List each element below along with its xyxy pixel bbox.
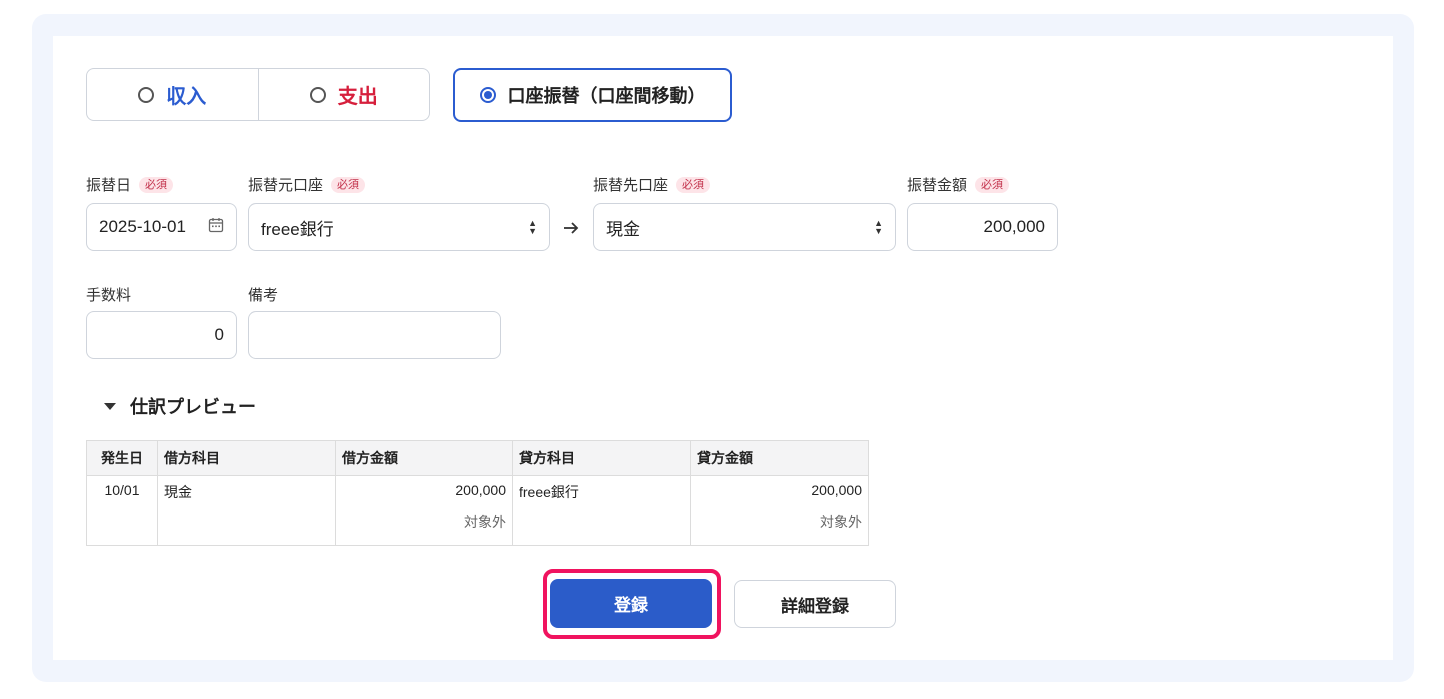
required-badge: 必須 (139, 176, 174, 193)
radio-checked-icon (479, 87, 496, 103)
col-debit-amount-header: 借方金額 (335, 440, 513, 476)
fee-value: 0 (214, 325, 224, 344)
col-date-header: 発生日 (86, 440, 158, 476)
journal-preview-table: 発生日 借方科目 借方金額 貸方科目 貸方金額 10/01 現金 200,000… (86, 440, 869, 546)
credit-tax-category: 対象外 (820, 514, 862, 530)
date-label: 振替日 必須 (86, 174, 174, 195)
type-transfer-label: 口座振替（口座間移動） (507, 86, 706, 107)
cell-debit-amount: 200,000 対象外 (335, 475, 513, 546)
to-account-label: 振替先口座 必須 (593, 174, 711, 195)
select-arrows-icon: ▲ ▼ (874, 218, 883, 236)
cell-debit-account: 現金 (157, 475, 336, 546)
type-income-label: 収入 (166, 84, 207, 108)
calendar-icon[interactable] (208, 217, 224, 238)
type-expense-option[interactable]: 支出 (257, 69, 430, 120)
date-input[interactable]: 2025-10-01 (86, 203, 237, 251)
register-button[interactable]: 登録 (550, 579, 712, 628)
to-account-label-text: 振替先口座 (593, 176, 669, 194)
required-badge: 必須 (331, 176, 366, 193)
amount-label-text: 振替金額 (907, 176, 968, 194)
type-transfer-option[interactable]: 口座振替（口座間移動） (453, 68, 732, 122)
amount-value: 200,000 (983, 217, 1045, 236)
fee-label-text: 手数料 (86, 286, 132, 304)
table-header-row: 発生日 借方科目 借方金額 貸方科目 貸方金額 (86, 440, 869, 476)
fee-label: 手数料 (86, 284, 131, 305)
from-account-label-text: 振替元口座 (248, 176, 324, 194)
type-expense-label: 支出 (337, 84, 378, 108)
journal-preview-toggle[interactable]: 仕訳プレビュー (104, 393, 256, 419)
to-account-value: 現金 (606, 219, 640, 239)
from-account-label: 振替元口座 必須 (248, 174, 366, 195)
debit-tax-category: 対象外 (464, 514, 506, 530)
memo-label: 備考 (248, 284, 278, 305)
detail-register-button[interactable]: 詳細登録 (734, 580, 896, 628)
cell-credit-account: freee銀行 (512, 475, 691, 546)
col-credit-amount-header: 貸方金額 (690, 440, 869, 476)
arrow-right-icon (562, 219, 580, 241)
cell-credit-amount: 200,000 対象外 (690, 475, 869, 546)
type-segmented-control: 収入 支出 (86, 68, 430, 121)
caret-down-icon (104, 402, 116, 410)
from-account-select[interactable]: freee銀行 ▲ ▼ (248, 203, 550, 251)
required-badge: 必須 (676, 176, 711, 193)
radio-unchecked-icon (309, 86, 326, 103)
col-debit-account-header: 借方科目 (157, 440, 336, 476)
memo-label-text: 備考 (248, 286, 279, 304)
fee-input[interactable]: 0 (86, 311, 237, 359)
cell-date: 10/01 (86, 475, 158, 546)
debit-amount-value: 200,000 (455, 482, 506, 498)
journal-preview-label: 仕訳プレビュー (130, 397, 256, 418)
credit-amount-value: 200,000 (811, 482, 862, 498)
to-account-select[interactable]: 現金 ▲ ▼ (593, 203, 896, 251)
from-account-value: freee銀行 (261, 219, 334, 239)
required-badge: 必須 (975, 176, 1010, 193)
type-income-option[interactable]: 収入 (87, 69, 258, 120)
col-credit-account-header: 貸方科目 (512, 440, 691, 476)
radio-unchecked-icon (138, 86, 155, 103)
amount-label: 振替金額 必須 (907, 174, 1010, 195)
date-label-text: 振替日 (86, 176, 132, 194)
amount-input[interactable]: 200,000 (907, 203, 1058, 251)
select-arrows-icon: ▲ ▼ (528, 218, 537, 236)
memo-input[interactable] (248, 311, 501, 359)
date-value: 2025-10-01 (99, 217, 186, 236)
table-row: 10/01 現金 200,000 対象外 freee銀行 200,000 対象外 (86, 475, 869, 546)
